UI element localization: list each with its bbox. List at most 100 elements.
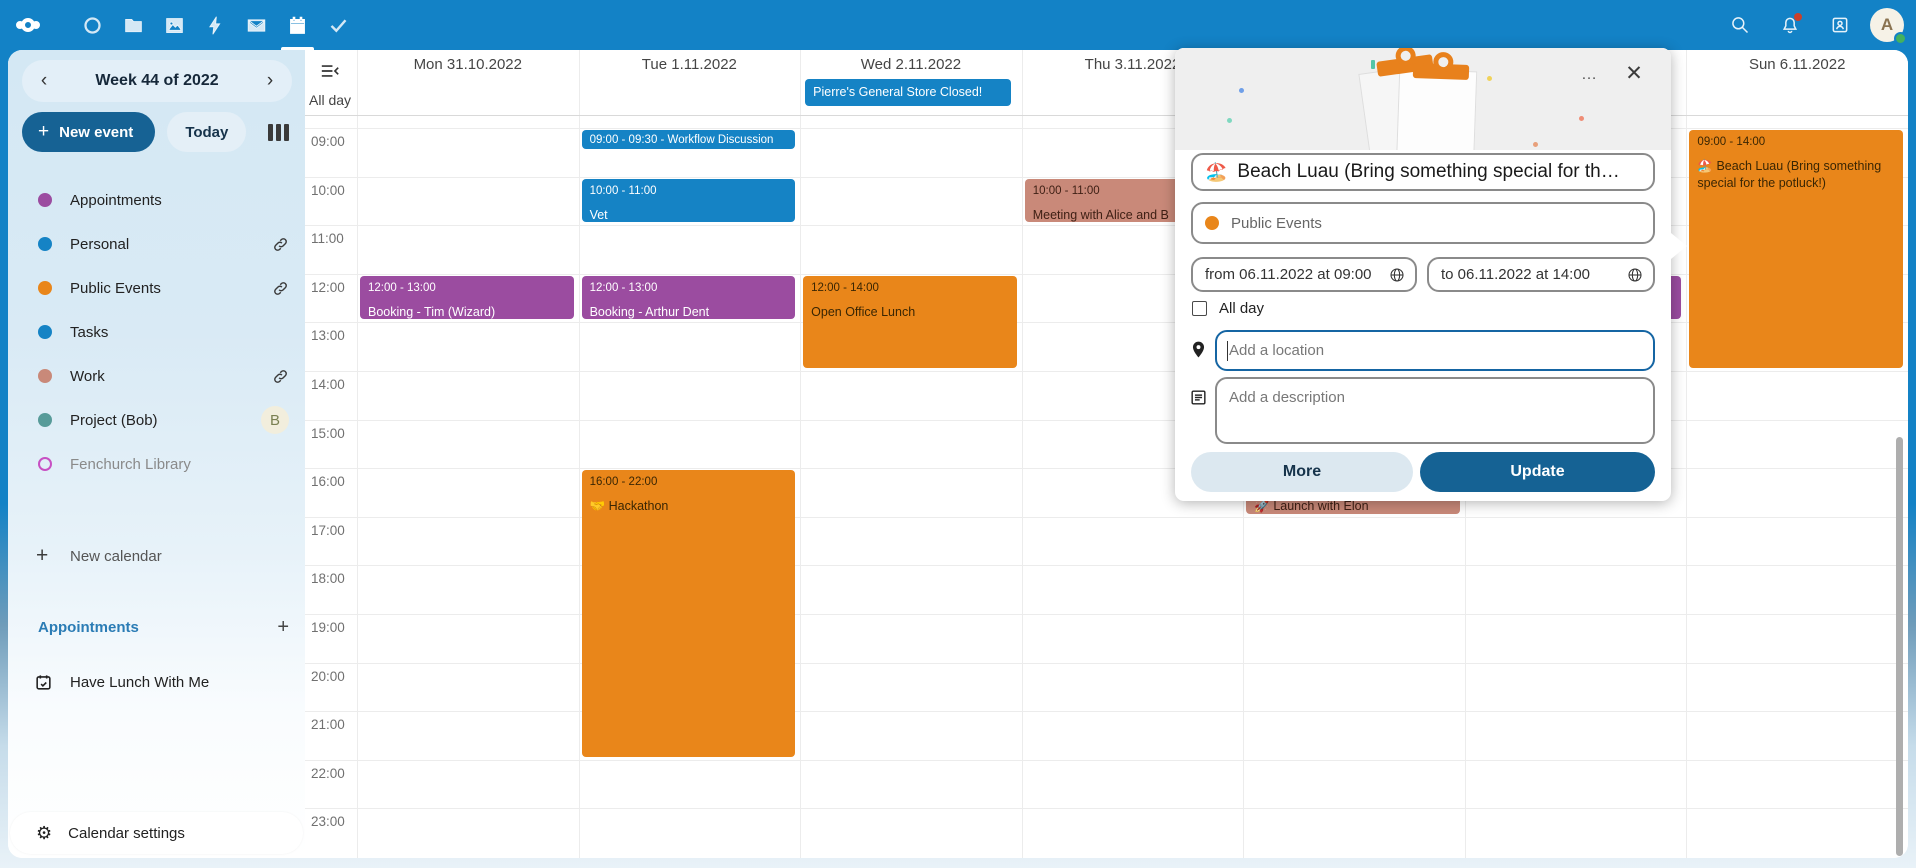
update-button[interactable]: Update [1420, 452, 1655, 492]
top-bar: A [0, 0, 1916, 50]
sidebar-calendar-public-events[interactable]: Public Events [8, 266, 305, 310]
more-options-icon[interactable]: … [1575, 62, 1605, 88]
day-header[interactable]: Wed 2.11.2022 [800, 54, 1022, 78]
app-dashboard-icon[interactable] [72, 0, 113, 50]
day-header[interactable]: Sun 6.11.2022 [1686, 54, 1908, 78]
event-block[interactable]: 12:00 - 14:00Open Office Lunch [803, 276, 1017, 368]
today-button[interactable]: Today [167, 112, 246, 152]
calendar-check-icon [34, 673, 53, 692]
start-datetime-field[interactable]: from 06.11.2022 at 09:00 [1191, 257, 1417, 292]
add-appointment-config-button[interactable]: + [277, 616, 289, 639]
event-block[interactable]: 10:00 - 11:00Vet [582, 179, 796, 223]
sidebar-actions: + New event Today [22, 112, 298, 152]
topbar-right: A [1720, 0, 1904, 50]
more-button[interactable]: More [1191, 452, 1413, 492]
calendar-list: Appointments Personal Public Events Tasks Wo… [8, 178, 305, 486]
end-datetime-field[interactable]: to 06.11.2022 at 14:00 [1427, 257, 1655, 292]
hour-label: 13:00 [311, 328, 345, 343]
previous-week-button[interactable]: ‹ [28, 65, 60, 97]
sidebar-calendar-project-bob-[interactable]: Project (Bob) B [8, 398, 305, 442]
hour-label: 18:00 [311, 571, 345, 586]
week-navigation: ‹ Week 44 of 2022 › [22, 60, 292, 102]
hour-label: 12:00 [311, 280, 345, 295]
search-icon[interactable] [1720, 0, 1760, 50]
location-input[interactable]: Add a location [1215, 330, 1655, 371]
event-block[interactable]: 12:00 - 13:00Booking - Arthur Dent [582, 276, 796, 320]
all-day-event[interactable]: Pierre's General Store Closed! [805, 79, 1011, 106]
beach-emoji-icon: 🏖️ [1205, 162, 1227, 183]
new-event-button[interactable]: + New event [22, 112, 155, 152]
checkbox-unchecked-icon [1192, 301, 1207, 316]
event-block[interactable]: 16:00 - 22:00🤝 Hackathon [582, 470, 796, 757]
shared-link-icon[interactable] [272, 280, 289, 297]
plus-icon: + [38, 121, 49, 143]
app-navigation [72, 0, 359, 50]
notifications-bell-icon[interactable] [1770, 0, 1810, 50]
hour-label: 17:00 [311, 523, 345, 538]
app-files-icon[interactable] [113, 0, 154, 50]
event-block[interactable]: 09:00 - 14:00🏖️ Beach Luau (Bring someth… [1689, 130, 1903, 368]
app-activity-icon[interactable] [195, 0, 236, 50]
calendar-color-dot[interactable] [38, 193, 52, 207]
event-block[interactable]: 09:00 - 09:30 - Workflow Discussion [582, 130, 796, 149]
nextcloud-logo-icon[interactable] [16, 13, 72, 37]
hour-label: 10:00 [311, 183, 345, 198]
popup-arrow [1671, 233, 1687, 259]
text-cursor [1227, 341, 1228, 361]
new-calendar-button[interactable]: + New calendar [8, 534, 305, 578]
appointment-item-have-lunch-with-me[interactable]: Have Lunch With Me [8, 662, 305, 702]
next-week-button[interactable]: › [254, 65, 286, 97]
calendar-name: Personal [70, 236, 129, 253]
calendar-name: Work [70, 368, 105, 385]
collapse-all-day-icon[interactable] [321, 64, 339, 83]
sidebar-calendar-appointments[interactable]: Appointments [8, 178, 305, 222]
calendar-color-dot[interactable] [38, 369, 52, 383]
member-avatar-badge: B [261, 406, 289, 434]
calendar-name: Project (Bob) [70, 412, 158, 429]
calendar-color-dot [1205, 216, 1219, 230]
calendar-color-dot[interactable] [38, 413, 52, 427]
clipboard-illustration [1365, 56, 1485, 150]
week-view-toggle-icon[interactable] [260, 114, 296, 150]
contacts-icon[interactable] [1820, 0, 1860, 50]
timezone-globe-icon [1627, 267, 1643, 283]
all-day-checkbox[interactable]: All day [1192, 300, 1264, 317]
hour-label: 15:00 [311, 426, 345, 441]
shared-link-icon[interactable] [272, 368, 289, 385]
close-icon[interactable]: ✕ [1619, 58, 1649, 88]
calendar-name: Public Events [70, 280, 161, 297]
app-calendar-icon[interactable] [277, 0, 318, 50]
hour-label: 21:00 [311, 717, 345, 732]
day-header[interactable]: Tue 1.11.2022 [579, 54, 801, 78]
app-mail-icon[interactable] [236, 0, 277, 50]
description-input[interactable]: Add a description [1215, 377, 1655, 444]
app-tasks-icon[interactable] [318, 0, 359, 50]
sidebar-calendar-work[interactable]: Work [8, 354, 305, 398]
app-photos-icon[interactable] [154, 0, 195, 50]
calendar-color-dot[interactable] [38, 325, 52, 339]
all-day-label: All day [309, 92, 351, 108]
scrollbar-thumb[interactable] [1896, 437, 1903, 856]
shared-link-icon[interactable] [272, 236, 289, 253]
gear-icon: ⚙ [36, 823, 52, 844]
timezone-globe-icon [1389, 267, 1405, 283]
popup-buttons: More Update [1191, 452, 1655, 492]
calendar-settings-button[interactable]: ⚙ Calendar settings [10, 812, 303, 854]
calendar-picker-select[interactable]: Public Events [1191, 202, 1655, 244]
avatar[interactable]: A [1870, 8, 1904, 42]
calendar-color-dot[interactable] [38, 457, 52, 471]
hour-label: 19:00 [311, 620, 345, 635]
day-header[interactable]: Mon 31.10.2022 [357, 54, 579, 78]
event-title-input[interactable]: 🏖️ Beach Luau (Bring something special f… [1191, 153, 1655, 191]
appointments-heading: Appointments [38, 619, 277, 636]
sidebar: ‹ Week 44 of 2022 › + New event Today Ap… [8, 50, 305, 858]
calendar-color-dot[interactable] [38, 281, 52, 295]
calendar-name: Appointments [70, 192, 162, 209]
calendar-color-dot[interactable] [38, 237, 52, 251]
sidebar-calendar-tasks[interactable]: Tasks [8, 310, 305, 354]
sidebar-calendar-personal[interactable]: Personal [8, 222, 305, 266]
event-block[interactable]: 12:00 - 13:00Booking - Tim (Wizard) [360, 276, 574, 320]
hour-label: 09:00 [311, 134, 345, 149]
nextcloud-calendar-app: A ‹ Week 44 of 2022 › + New event Today … [0, 0, 1916, 868]
sidebar-calendar-fenchurch-library[interactable]: Fenchurch Library [8, 442, 305, 486]
